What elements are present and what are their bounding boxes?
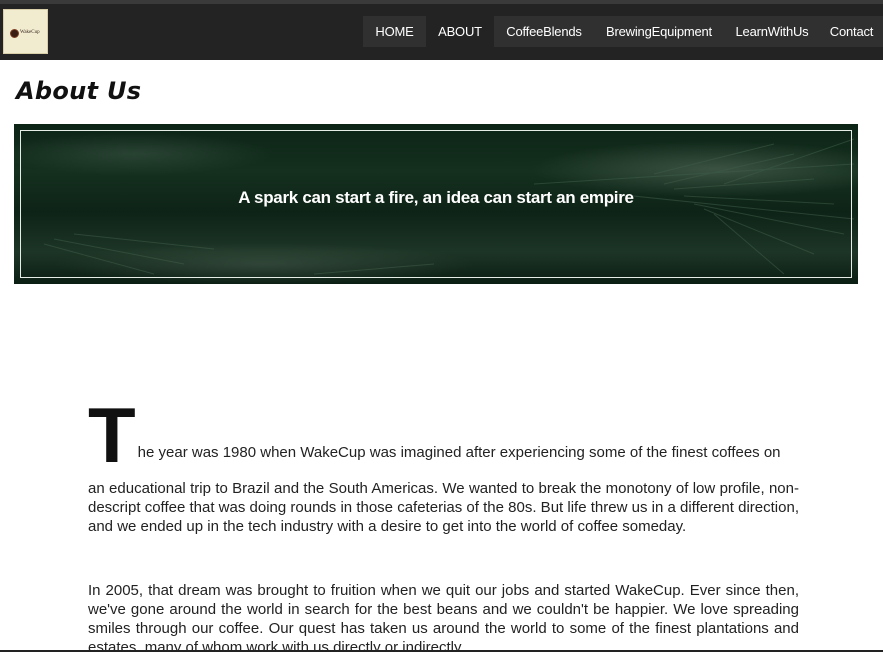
story-paragraph-1-text: an educational trip to Brazil and the So… — [88, 480, 799, 535]
nav-about[interactable]: ABOUT — [426, 16, 494, 47]
story-paragraph-2: In 2005, that dream was brought to fruit… — [88, 582, 799, 652]
coffee-cup-icon — [10, 29, 19, 38]
story-paragraph-1: T he year was 1980 when WakeCup was imag… — [88, 391, 799, 536]
quote-banner: A spark can start a fire, an idea can st… — [14, 124, 858, 284]
story-paragraph-1-first-line: he year was 1980 when WakeCup was imagin… — [137, 444, 781, 461]
site-logo[interactable]: WakeCup — [3, 9, 48, 54]
drop-cap: T — [88, 391, 136, 479]
page: WakeCup HOME ABOUT CoffeeBlends BrewingE… — [0, 0, 883, 652]
main-nav: HOME ABOUT CoffeeBlends BrewingEquipment… — [363, 16, 883, 47]
nav-coffee-blends[interactable]: CoffeeBlends — [494, 16, 594, 47]
nav-brewing-equipment[interactable]: BrewingEquipment — [594, 16, 724, 47]
nav-learn-with-us[interactable]: LearnWithUs — [724, 16, 820, 47]
nav-home[interactable]: HOME — [363, 16, 426, 47]
banner-quote: A spark can start a fire, an idea can st… — [238, 188, 634, 207]
logo-text: WakeCup — [20, 30, 40, 35]
top-navigation-bar: WakeCup HOME ABOUT CoffeeBlends BrewingE… — [0, 0, 883, 60]
page-title: About Us — [16, 77, 142, 105]
nav-contact[interactable]: Contact — [820, 16, 883, 47]
